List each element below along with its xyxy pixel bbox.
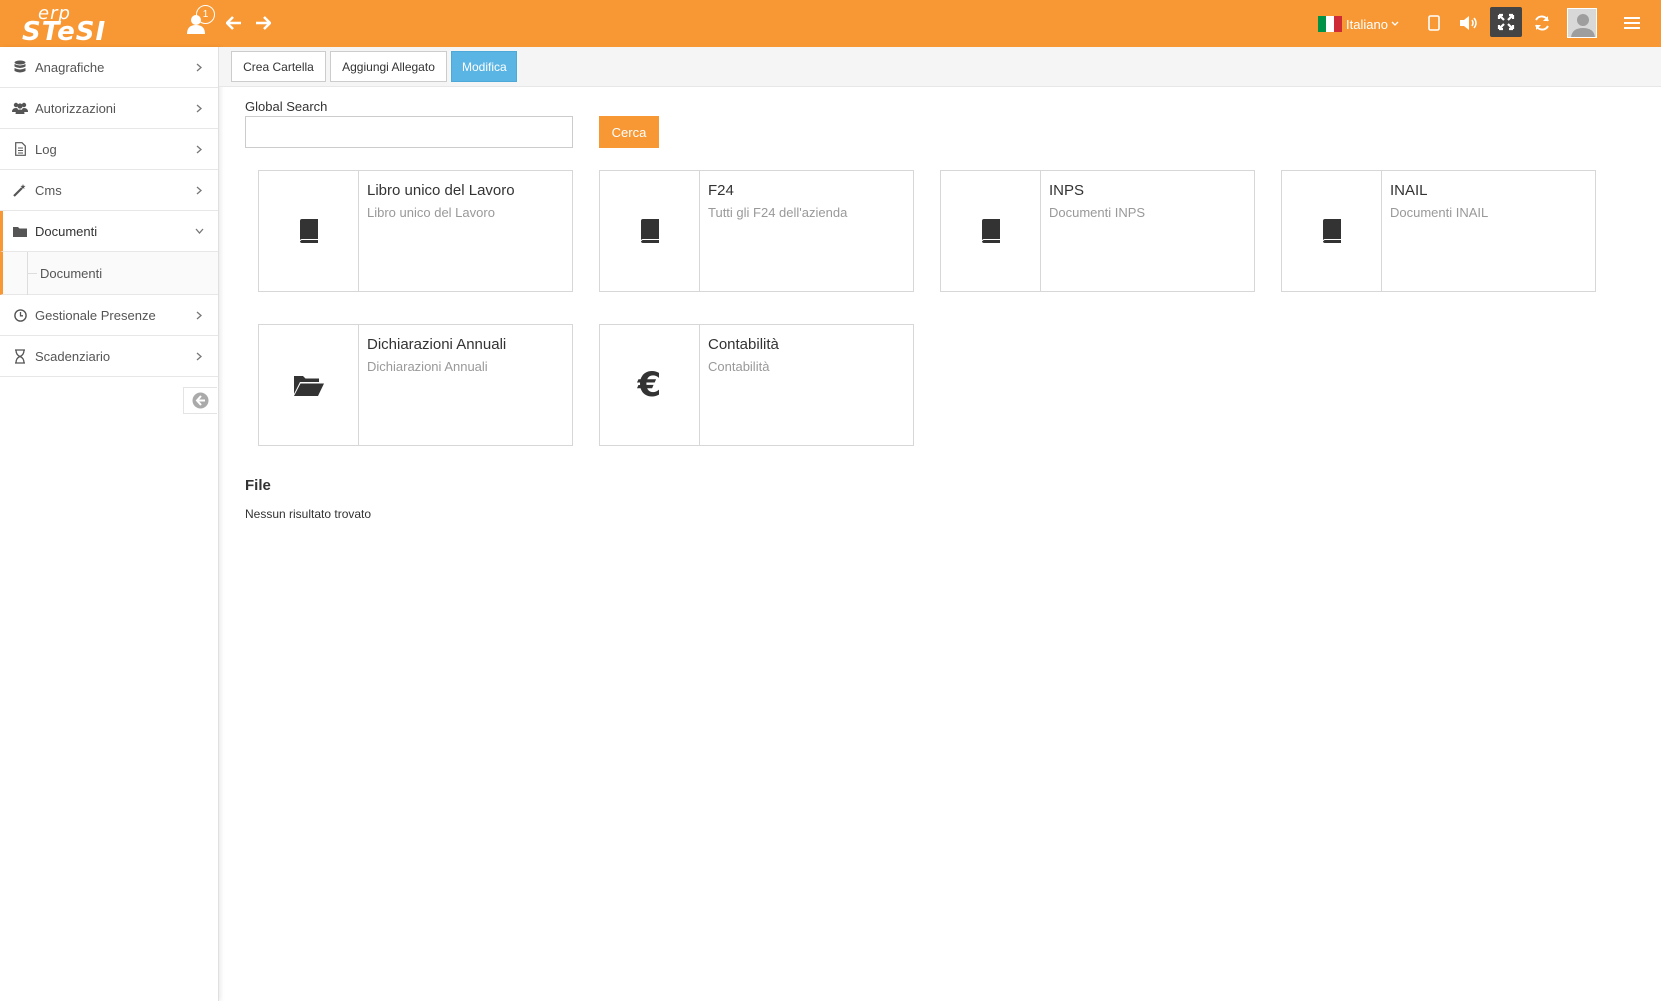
euro-icon: €	[600, 325, 700, 445]
folder-card-inps[interactable]: INPS Documenti INPS	[940, 170, 1255, 292]
book-icon	[941, 171, 1041, 291]
refresh-icon[interactable]	[1531, 12, 1553, 34]
language-label: Italiano	[1346, 16, 1388, 32]
tablet-icon[interactable]	[1425, 13, 1443, 33]
folder-icon	[11, 223, 29, 239]
sidebar-item-label: Autorizzazioni	[35, 100, 116, 116]
chevron-right-icon	[192, 182, 206, 198]
files-empty-message: Nessun risultato trovato	[245, 507, 372, 521]
sidebar-item-documenti[interactable]: Documenti	[0, 211, 218, 252]
aggiungi-allegato-button[interactable]: Aggiungi Allegato	[330, 51, 447, 82]
chevron-right-icon	[192, 100, 206, 116]
chevron-right-icon	[192, 59, 206, 75]
sidebar-item-log[interactable]: Log	[0, 129, 218, 170]
folder-card-dichiarazioni-annuali[interactable]: Dichiarazioni Annuali Dichiarazioni Annu…	[258, 324, 573, 446]
sidebar-item-label: Scadenziario	[35, 348, 111, 364]
magic-wand-icon	[11, 182, 29, 198]
toolbar: Crea Cartella Aggiungi Allegato Modifica	[219, 47, 1661, 87]
chevron-right-icon	[192, 307, 206, 323]
folder-open-icon	[259, 325, 359, 445]
card-subtitle: Tutti gli F24 dell'azienda	[708, 205, 848, 220]
back-arrow-icon[interactable]	[224, 13, 244, 33]
card-subtitle: Contabilità	[708, 359, 770, 374]
hamburger-menu-icon[interactable]	[1621, 13, 1643, 33]
hourglass-icon	[11, 348, 29, 364]
sidebar-item-cms[interactable]: Cms	[0, 170, 218, 211]
folder-card-inail[interactable]: INAIL Documenti INAIL	[1281, 170, 1596, 292]
card-title: INAIL	[1390, 182, 1428, 199]
global-search-label: Global Search	[245, 99, 328, 114]
database-icon	[11, 59, 29, 75]
sidebar-item-scadenziario[interactable]: Scadenziario	[0, 336, 218, 377]
forward-arrow-icon[interactable]	[253, 13, 273, 33]
tree-connector	[27, 273, 37, 274]
sidebar: Anagrafiche Autorizzazioni Log Cms Docum…	[0, 47, 219, 1001]
sidebar-item-label: Cms	[35, 182, 62, 198]
folder-card-contabilita[interactable]: € Contabilità Contabilità	[599, 324, 914, 446]
arrow-circle-left-icon	[192, 392, 209, 409]
sidebar-item-label: Log	[35, 141, 57, 157]
top-bar: erp STeSI 1 Italiano	[0, 0, 1661, 47]
avatar[interactable]	[1567, 8, 1597, 38]
card-title: F24	[708, 182, 734, 199]
book-icon	[259, 171, 359, 291]
sidebar-item-anagrafiche[interactable]: Anagrafiche	[0, 47, 218, 88]
chevron-right-icon	[192, 348, 206, 364]
sidebar-item-label: Gestionale Presenze	[35, 307, 156, 323]
chevron-down-icon	[192, 223, 206, 239]
folder-card-libro-unico[interactable]: Libro unico del Lavoro Libro unico del L…	[258, 170, 573, 292]
chevron-right-icon	[192, 141, 206, 157]
card-title: Contabilità	[708, 336, 779, 353]
clock-icon	[11, 307, 29, 323]
users-icon	[11, 100, 29, 116]
card-subtitle: Dichiarazioni Annuali	[367, 359, 488, 374]
fullscreen-icon[interactable]	[1490, 7, 1522, 37]
card-subtitle: Libro unico del Lavoro	[367, 205, 495, 220]
card-title: Dichiarazioni Annuali	[367, 336, 507, 353]
sidebar-item-gestionale-presenze[interactable]: Gestionale Presenze	[0, 295, 218, 336]
volume-icon[interactable]	[1458, 13, 1480, 33]
chevron-down-icon	[1391, 21, 1399, 26]
book-icon	[600, 171, 700, 291]
sidebar-item-label: Documenti	[35, 223, 98, 239]
logo[interactable]: erp STeSI	[22, 3, 112, 47]
search-button[interactable]: Cerca	[599, 116, 659, 148]
sidebar-collapse-button[interactable]	[183, 387, 217, 414]
book-icon	[1282, 171, 1382, 291]
sidebar-item-autorizzazioni[interactable]: Autorizzazioni	[0, 88, 218, 129]
euro-symbol: €	[637, 365, 662, 405]
sidebar-subitem-label: Documenti	[40, 265, 103, 281]
modifica-button[interactable]: Modifica	[451, 51, 517, 82]
folder-card-f24[interactable]: F24 Tutti gli F24 dell'azienda	[599, 170, 914, 292]
card-subtitle: Documenti INPS	[1049, 205, 1146, 220]
logo-text-bottom: STeSI	[22, 17, 107, 47]
card-title: INPS	[1049, 182, 1085, 199]
notification-badge: 1	[196, 5, 215, 24]
files-section-title: File	[245, 477, 271, 494]
file-text-icon	[11, 141, 29, 157]
italy-flag-icon	[1318, 16, 1342, 32]
global-search-input[interactable]	[245, 116, 573, 148]
sidebar-subitem-documenti[interactable]: Documenti	[0, 252, 218, 295]
sidebar-item-label: Anagrafiche	[35, 59, 105, 75]
crea-cartella-button[interactable]: Crea Cartella	[231, 51, 326, 82]
card-title: Libro unico del Lavoro	[367, 182, 515, 199]
card-subtitle: Documenti INAIL	[1390, 205, 1489, 220]
language-selector[interactable]: Italiano	[1318, 14, 1399, 34]
